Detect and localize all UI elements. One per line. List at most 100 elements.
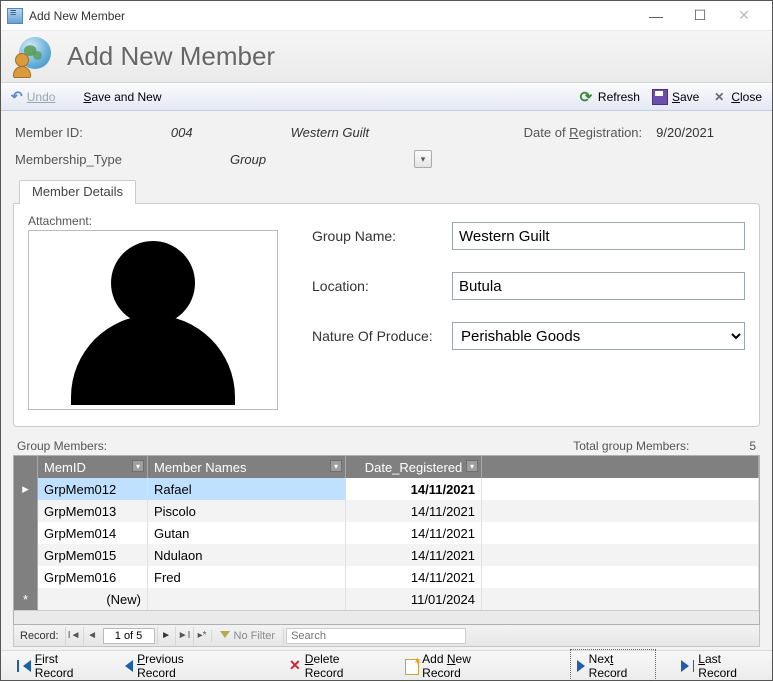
membership-type-row: Membership_Type Group ▾	[13, 150, 760, 180]
grid-cell[interactable]: Piscolo	[148, 500, 346, 522]
app-window: Add New Member — ☐ ✕ Add New Member ↶ Un…	[0, 0, 773, 681]
add-new-record-button[interactable]: Add New Record	[399, 650, 510, 682]
chevron-down-icon[interactable]: ▾	[466, 460, 478, 472]
grid-cell[interactable]	[482, 566, 759, 588]
tab-panel: Attachment: Group Name: Location: Na	[13, 203, 760, 427]
column-date-registered[interactable]: Date_Registered▾	[346, 456, 482, 478]
grid-cell[interactable]: 14/11/2021	[346, 544, 482, 566]
grid-cell[interactable]: 14/11/2021	[346, 522, 482, 544]
grid-cell[interactable]: Fred	[148, 566, 346, 588]
table-row[interactable]: ▸GrpMem012Rafael14/11/2021	[14, 478, 759, 500]
undo-button[interactable]: ↶ Undo	[11, 88, 55, 105]
chevron-down-icon[interactable]: ▾	[330, 460, 342, 472]
tab-member-details[interactable]: Member Details	[19, 180, 136, 204]
grid-cell[interactable]: 14/11/2021	[346, 478, 482, 500]
totals-row: Group Members: Total group Members: 5	[13, 427, 760, 455]
nav-last[interactable]: ►I	[175, 627, 193, 645]
table-row[interactable]: GrpMem015Ndulaon14/11/2021	[14, 544, 759, 566]
row-selector[interactable]: ▸	[14, 478, 38, 500]
row-selector[interactable]	[14, 522, 38, 544]
nav-first[interactable]: I◄	[65, 627, 83, 645]
table-row-new[interactable]: *(New) 11/01/2024	[14, 588, 759, 610]
grid-cell[interactable]: GrpMem012	[38, 478, 148, 500]
row-selector[interactable]	[14, 566, 38, 588]
close-window-button[interactable]: ✕	[722, 2, 766, 30]
row-selector[interactable]: *	[14, 588, 38, 610]
row-selector[interactable]	[14, 500, 38, 522]
delete-record-button[interactable]: ✕ Delete Record	[283, 650, 379, 682]
total-members-label: Total group Members:	[573, 439, 689, 453]
grid-cell[interactable]	[148, 588, 346, 610]
group-name-label: Group Name:	[312, 228, 442, 244]
undo-icon: ↶	[11, 88, 23, 105]
group-name-input[interactable]	[452, 222, 745, 250]
filter-icon	[220, 631, 230, 641]
nav-prev[interactable]: ◄	[83, 627, 101, 645]
previous-record-button[interactable]: Previous Record	[119, 650, 223, 682]
grid-cell[interactable]: 14/11/2021	[346, 566, 482, 588]
membership-type-dropdown[interactable]: ▾	[414, 150, 432, 168]
titlebar: Add New Member — ☐ ✕	[1, 1, 772, 31]
toolbar: ↶ Undo Save and New Refresh Save Close	[1, 83, 772, 111]
record-navigator: Record: I◄ ◄ ► ►I ▸* No Filter	[13, 625, 760, 647]
grid-cell[interactable]: Rafael	[148, 478, 346, 500]
chevron-down-icon[interactable]: ▾	[132, 460, 144, 472]
header-fields: Member ID: 004 Western Guilt Date of Reg…	[13, 119, 760, 150]
grid-cell[interactable]	[482, 522, 759, 544]
grid-cell[interactable]: GrpMem013	[38, 500, 148, 522]
grid-cell[interactable]	[482, 500, 759, 522]
logo-icon	[15, 37, 55, 77]
column-member-names[interactable]: Member Names▾	[148, 456, 346, 478]
grid-cell[interactable]: GrpMem014	[38, 522, 148, 544]
save-icon	[652, 89, 668, 105]
grid-scrollbar[interactable]	[14, 610, 759, 624]
grid-select-all[interactable]	[14, 456, 38, 478]
first-record-button[interactable]: First Record	[11, 650, 99, 682]
nav-next[interactable]: ►	[157, 627, 175, 645]
grid-cell[interactable]: GrpMem015	[38, 544, 148, 566]
search-box	[283, 628, 759, 644]
grid-cell[interactable]: 11/01/2024	[346, 588, 482, 610]
row-selector[interactable]	[14, 544, 38, 566]
table-row[interactable]: GrpMem016Fred14/11/2021	[14, 566, 759, 588]
location-input[interactable]	[452, 272, 745, 300]
record-label: Record:	[14, 630, 65, 642]
no-filter[interactable]: No Filter	[211, 630, 284, 642]
window-title: Add New Member	[29, 9, 634, 23]
app-icon	[7, 8, 23, 24]
grid-cell[interactable]	[482, 544, 759, 566]
date-reg-label: Date of Registration:	[524, 125, 643, 140]
page-heading: Add New Member	[67, 41, 275, 72]
grid-body: ▸GrpMem012Rafael14/11/2021GrpMem013Pisco…	[14, 478, 759, 610]
close-icon	[711, 89, 727, 105]
maximize-button[interactable]: ☐	[678, 2, 722, 30]
members-grid: MemID▾ Member Names▾ Date_Registered▾ ▸G…	[13, 455, 760, 625]
minimize-button[interactable]: —	[634, 2, 678, 30]
nature-select[interactable]: Perishable Goods	[452, 322, 745, 350]
table-row[interactable]: GrpMem014Gutan14/11/2021	[14, 522, 759, 544]
member-id-value: 004	[171, 125, 193, 140]
save-button[interactable]: Save	[652, 89, 699, 105]
grid-cell[interactable]: (New)	[38, 588, 148, 610]
refresh-button[interactable]: Refresh	[578, 89, 640, 105]
save-and-new-button[interactable]: Save and New	[83, 88, 161, 105]
grid-cell[interactable]: Gutan	[148, 522, 346, 544]
column-memid[interactable]: MemID▾	[38, 456, 148, 478]
grid-cell[interactable]: Ndulaon	[148, 544, 346, 566]
grid-cell[interactable]: 14/11/2021	[346, 500, 482, 522]
close-button[interactable]: Close	[711, 89, 762, 105]
nav-new[interactable]: ▸*	[193, 627, 211, 645]
last-record-button[interactable]: Last Record	[675, 650, 763, 682]
member-id-label: Member ID:	[15, 125, 83, 140]
next-record-button[interactable]: Next Record	[571, 650, 655, 682]
record-position[interactable]	[103, 628, 155, 644]
table-row[interactable]: GrpMem013Piscolo14/11/2021	[14, 500, 759, 522]
grid-cell[interactable]: GrpMem016	[38, 566, 148, 588]
group-members-label: Group Members:	[17, 439, 107, 453]
grid-cell[interactable]	[482, 478, 759, 500]
grid-cell[interactable]	[482, 588, 759, 610]
search-input[interactable]	[286, 628, 466, 644]
column-spacer	[482, 456, 759, 478]
refresh-icon	[578, 89, 594, 105]
attachment-box[interactable]	[28, 230, 278, 410]
